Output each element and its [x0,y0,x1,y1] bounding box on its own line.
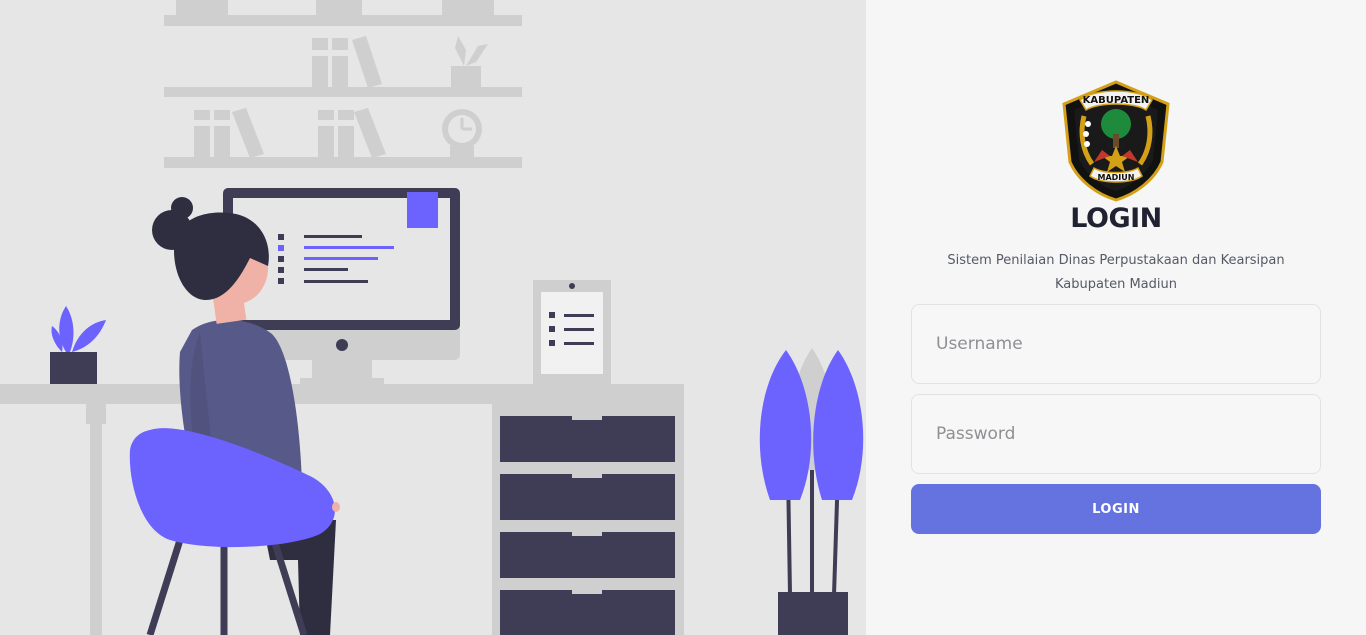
desk [0,384,684,635]
login-title: LOGIN [1070,203,1162,234]
middle-shelf [164,36,522,97]
workspace-illustration [0,0,866,635]
floor-plant [759,348,864,635]
top-shelf [164,0,522,26]
clipboard [533,280,611,386]
login-subtitle: Sistem Penilaian Dinas Perpustakaan dan … [947,253,1285,292]
password-input[interactable] [911,394,1321,474]
username-input[interactable] [911,304,1321,384]
emblem-bottom-text: MADIUN [1098,173,1135,182]
login-page: KABUPATEN MADIUN LOGIN Sistem Penilaian … [0,0,1366,635]
lower-shelf [164,108,522,168]
office-scene-illustration [0,0,864,635]
emblem-top-text: KABUPATEN [1083,95,1150,106]
desk-plant [50,306,106,384]
kabupaten-madiun-emblem-icon: KABUPATEN MADIUN [1062,80,1170,202]
login-button[interactable]: LOGIN [911,484,1321,534]
login-panel: KABUPATEN MADIUN LOGIN Sistem Penilaian … [866,0,1366,635]
